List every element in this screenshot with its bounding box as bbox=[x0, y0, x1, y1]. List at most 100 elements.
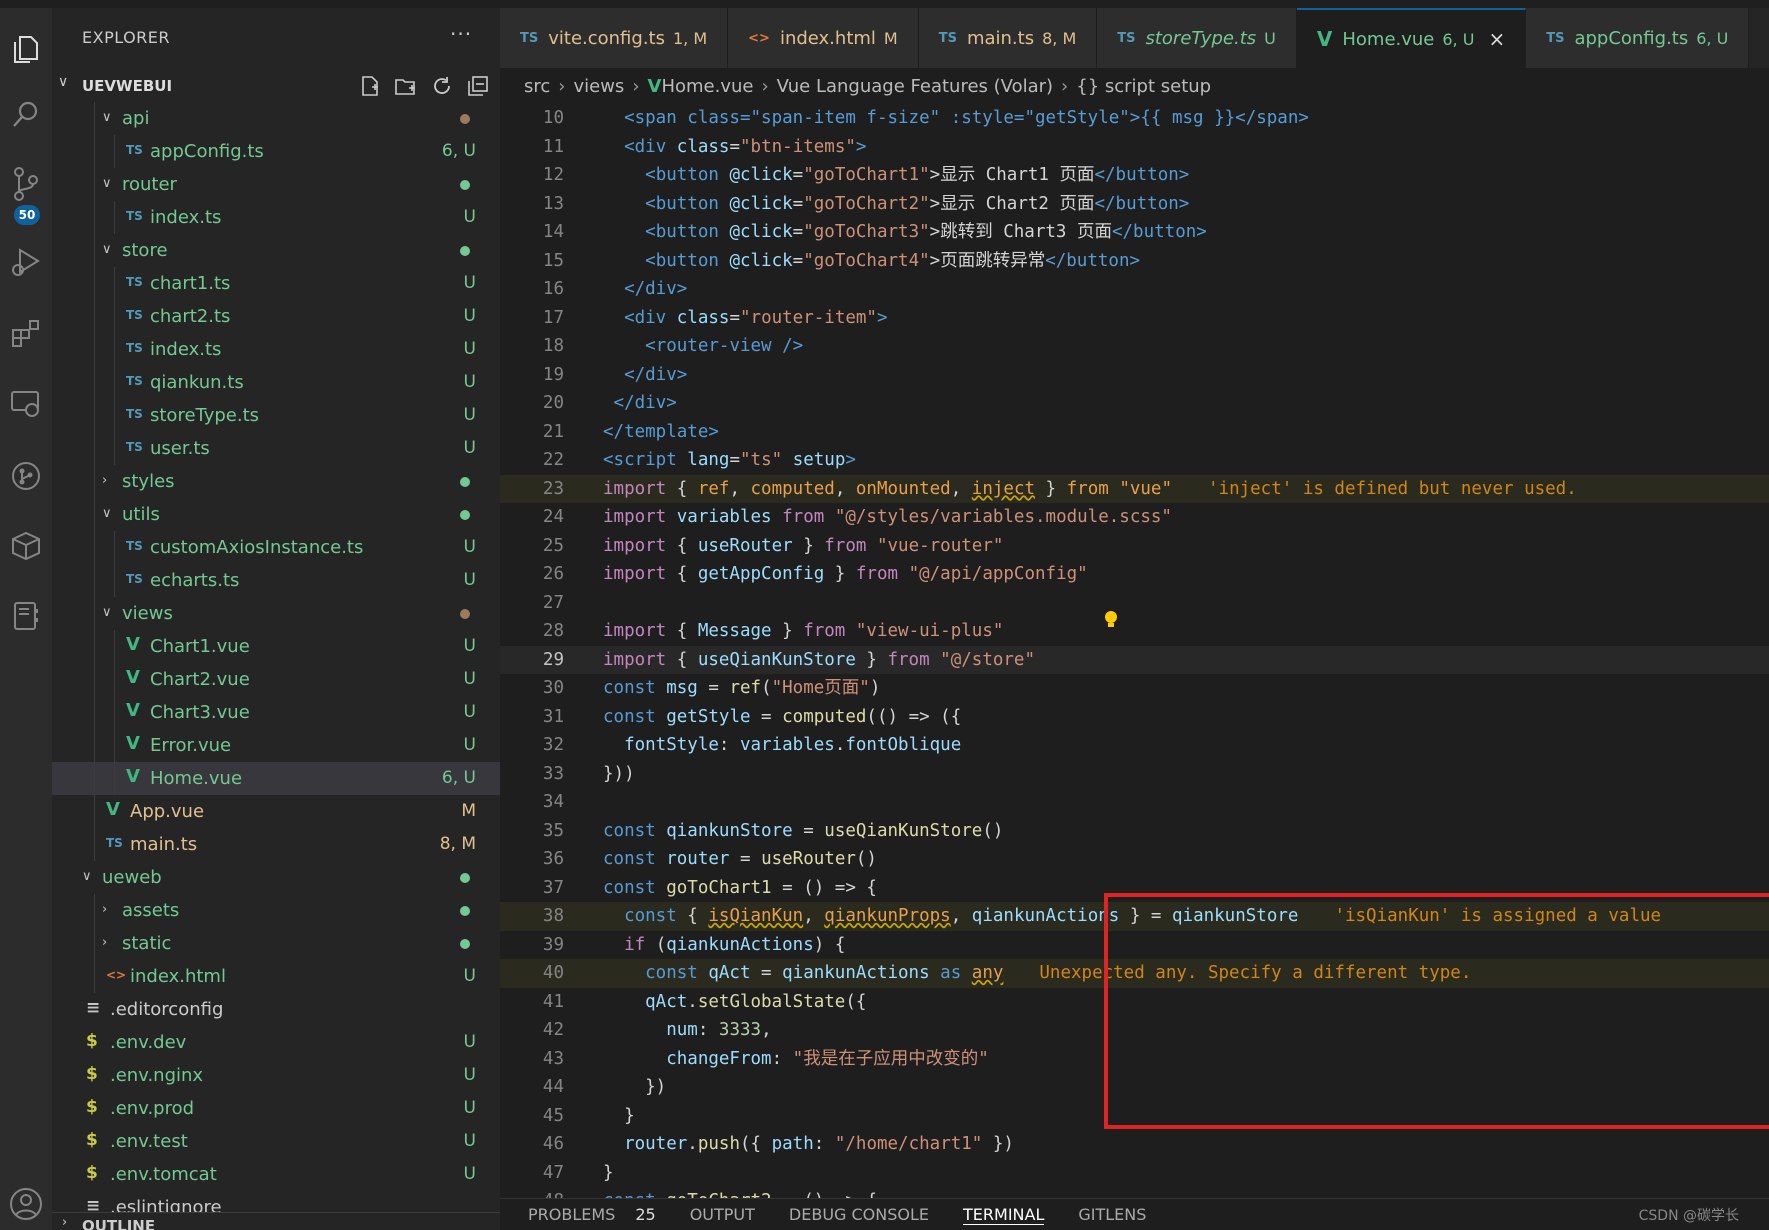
code-line[interactable]: 30 const msg = ref("Home页面") bbox=[500, 674, 1769, 703]
code-line[interactable]: 14 <button @click="goToChart3">跳转到 Chart… bbox=[500, 218, 1769, 247]
close-icon[interactable]: × bbox=[1488, 27, 1505, 51]
file-row[interactable]: TS customAxiosInstance.ts U bbox=[52, 531, 500, 564]
file-row[interactable]: V Error.vue U bbox=[52, 729, 500, 762]
remote-explorer-icon[interactable] bbox=[0, 376, 52, 432]
workspace-root[interactable]: ∨ UEVWEBUI bbox=[52, 70, 500, 102]
code-line[interactable]: 41 qAct.setGlobalState({ bbox=[500, 988, 1769, 1017]
code-line[interactable]: 16 </div> bbox=[500, 275, 1769, 304]
explorer-more-actions-icon[interactable]: ··· bbox=[450, 22, 472, 46]
file-row[interactable]: TS echarts.ts U bbox=[52, 564, 500, 597]
code-line[interactable]: 10 <span class="span-item f-size" :style… bbox=[500, 104, 1769, 133]
folder-row[interactable]: ∨ utils bbox=[52, 498, 500, 531]
package-icon[interactable] bbox=[0, 518, 52, 574]
code-line[interactable]: 42 num: 3333, bbox=[500, 1016, 1769, 1045]
panel-tab[interactable]: DEBUG CONSOLE bbox=[789, 1205, 929, 1224]
folder-row[interactable]: ∨ views bbox=[52, 597, 500, 630]
code-line[interactable]: 36 const router = useRouter() bbox=[500, 845, 1769, 874]
code-line[interactable]: 11 <div class="btn-items"> bbox=[500, 133, 1769, 162]
breadcrumb-item[interactable]: Home.vue bbox=[661, 76, 753, 97]
file-row[interactable]: V Chart2.vue U bbox=[52, 663, 500, 696]
editor-tab[interactable]: V Home.vue 6, U × bbox=[1296, 8, 1527, 68]
code-line[interactable]: 26 import { getAppConfig } from "@/api/ap… bbox=[500, 560, 1769, 589]
folder-row[interactable]: ∨ api bbox=[52, 102, 500, 135]
file-row[interactable]: ≡ .editorconfig bbox=[52, 993, 500, 1026]
breadcrumb-item[interactable]: {} script setup bbox=[1076, 76, 1211, 97]
code-line[interactable]: 35 const qiankunStore = useQianKunStore() bbox=[500, 817, 1769, 846]
folder-row[interactable]: › static bbox=[52, 927, 500, 960]
code-line[interactable]: 39 if (qiankunActions) { bbox=[500, 931, 1769, 960]
code-line[interactable]: 17 <div class="router-item"> bbox=[500, 304, 1769, 333]
code-line[interactable]: 23 import { ref, computed, onMounted, inj… bbox=[500, 474, 1769, 503]
code-line[interactable]: 22 <script lang="ts" setup> bbox=[500, 446, 1769, 475]
code-line[interactable]: 28 import { Message } from "view-ui-plus" bbox=[500, 617, 1769, 646]
outline-section[interactable]: › OUTLINE bbox=[52, 1212, 500, 1230]
code-editor[interactable]: 10 <span class="span-item f-size" :style… bbox=[500, 104, 1769, 1200]
code-line[interactable]: 43 changeFrom: "我是在子应用中改变的" bbox=[500, 1045, 1769, 1074]
file-row[interactable]: TS appConfig.ts 6, U bbox=[52, 135, 500, 168]
code-line[interactable]: 34 bbox=[500, 788, 1769, 817]
file-row[interactable]: TS storeType.ts U bbox=[52, 399, 500, 432]
panel-tab[interactable]: TERMINAL bbox=[963, 1205, 1045, 1225]
editor-tab[interactable]: <> index.html M bbox=[728, 8, 919, 68]
file-row[interactable]: TS qiankun.ts U bbox=[52, 366, 500, 399]
folder-row[interactable]: ∨ store bbox=[52, 234, 500, 267]
file-row[interactable]: $ .env.tomcat U bbox=[52, 1158, 500, 1191]
file-row[interactable]: $ .env.nginx U bbox=[52, 1059, 500, 1092]
code-line[interactable]: 13 <button @click="goToChart2">显示 Chart2… bbox=[500, 190, 1769, 219]
breadcrumb-item[interactable]: src bbox=[524, 76, 550, 97]
file-row[interactable]: $ .env.test U bbox=[52, 1125, 500, 1158]
code-line[interactable]: 25 import { useRouter } from "vue-router" bbox=[500, 532, 1769, 561]
file-row[interactable]: TS chart1.ts U bbox=[52, 267, 500, 300]
panel-tab[interactable]: PROBLEMS bbox=[528, 1205, 615, 1224]
run-debug-icon[interactable] bbox=[0, 234, 52, 290]
code-line[interactable]: 33})) bbox=[500, 760, 1769, 789]
search-icon[interactable] bbox=[0, 86, 52, 142]
collapse-all-icon[interactable] bbox=[466, 74, 492, 98]
refresh-icon[interactable] bbox=[430, 74, 456, 98]
file-row[interactable]: V Home.vue 6, U bbox=[52, 762, 500, 795]
code-line[interactable]: 32 fontStyle: variables.fontOblique bbox=[500, 731, 1769, 760]
code-line[interactable]: 44 }) bbox=[500, 1073, 1769, 1102]
code-line[interactable]: 18 <router-view /> bbox=[500, 332, 1769, 361]
source-control-icon[interactable] bbox=[0, 156, 52, 212]
git-graph-icon[interactable] bbox=[0, 448, 52, 504]
new-folder-icon[interactable] bbox=[394, 74, 420, 98]
code-line[interactable]: 29 import { useQianKunStore } from "@/sto… bbox=[500, 645, 1769, 674]
file-row[interactable]: $ .env.dev U bbox=[52, 1026, 500, 1059]
code-line[interactable]: 15 <button @click="goToChart4">页面跳转异常</b… bbox=[500, 247, 1769, 276]
code-line[interactable]: 31 const getStyle = computed(() => ({ bbox=[500, 703, 1769, 732]
lightbulb-icon[interactable] bbox=[1103, 610, 1119, 630]
file-row[interactable]: TS index.ts U bbox=[52, 333, 500, 366]
editor-tab[interactable]: TS appConfig.ts 6, U bbox=[1526, 8, 1750, 68]
folder-row[interactable]: › styles bbox=[52, 465, 500, 498]
explorer-icon[interactable] bbox=[0, 22, 52, 78]
code-line[interactable]: 40 const qAct = qiankunActions as any Une… bbox=[500, 959, 1769, 988]
file-row[interactable]: V App.vue M bbox=[52, 795, 500, 828]
extensions-icon[interactable] bbox=[0, 306, 52, 362]
notebook-icon[interactable] bbox=[0, 588, 52, 644]
file-row[interactable]: V Chart3.vue U bbox=[52, 696, 500, 729]
panel-tab[interactable]: OUTPUT bbox=[690, 1205, 755, 1224]
account-icon[interactable] bbox=[0, 1176, 52, 1230]
code-line[interactable]: 37 const goToChart1 = () => { bbox=[500, 874, 1769, 903]
editor-tab[interactable]: TS storeType.ts U bbox=[1097, 8, 1297, 68]
code-line[interactable]: 24 import variables from "@/styles/variab… bbox=[500, 503, 1769, 532]
breadcrumb-item[interactable]: Vue Language Features (Volar) bbox=[777, 76, 1053, 97]
new-file-icon[interactable] bbox=[358, 74, 384, 98]
editor-tab[interactable]: TS vite.config.ts 1, M bbox=[500, 8, 729, 68]
code-line[interactable]: 46 router.push({ path: "/home/chart1" }) bbox=[500, 1130, 1769, 1159]
code-line[interactable]: 12 <button @click="goToChart1">显示 Chart1… bbox=[500, 161, 1769, 190]
folder-row[interactable]: ∨ ueweb bbox=[52, 861, 500, 894]
editor-tab[interactable]: TS main.ts 8, M bbox=[918, 8, 1098, 68]
code-line[interactable]: 47} bbox=[500, 1159, 1769, 1188]
code-line[interactable]: 21 </template> bbox=[500, 418, 1769, 447]
code-line[interactable]: 20 </div> bbox=[500, 389, 1769, 418]
folder-row[interactable]: ∨ router bbox=[52, 168, 500, 201]
file-row[interactable]: <> index.html U bbox=[52, 960, 500, 993]
file-row[interactable]: TS chart2.ts U bbox=[52, 300, 500, 333]
code-line[interactable]: 19 </div> bbox=[500, 361, 1769, 390]
file-row[interactable]: TS main.ts 8, M bbox=[52, 828, 500, 861]
code-line[interactable]: 27 bbox=[500, 589, 1769, 618]
file-row[interactable]: TS index.ts U bbox=[52, 201, 500, 234]
code-line[interactable]: 45 } bbox=[500, 1102, 1769, 1131]
